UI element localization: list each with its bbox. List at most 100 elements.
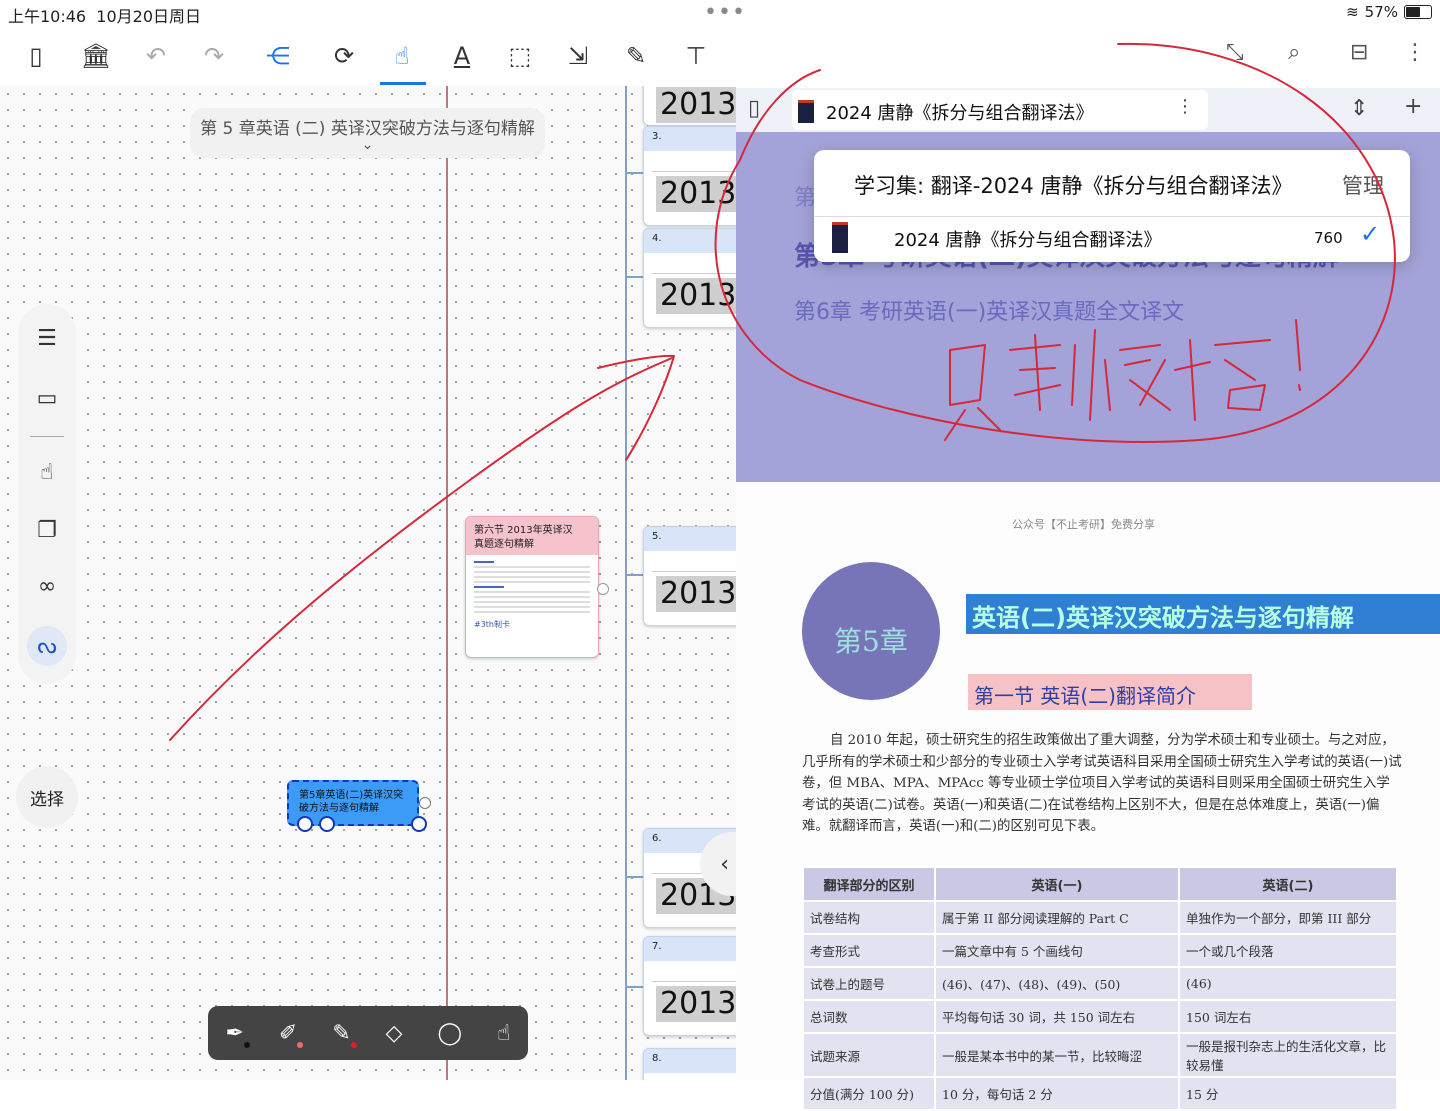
pen-toolbar: ✒ ✐ ✎ ◇ ◯ ☝	[208, 1006, 528, 1060]
library-icon[interactable]: 🏛	[78, 38, 114, 74]
pencil-icon[interactable]: ✎	[332, 1021, 357, 1048]
table-row: 试卷结构 属于第 II 部分阅读理解的 Part C 单独作为一个部分，即第 I…	[802, 900, 1398, 935]
tab-title: 2024 唐静《拆分与组合翻译法》	[826, 103, 1094, 124]
connector-line	[625, 276, 645, 278]
page-credit: 公众号【不止考研】免费分享	[1012, 518, 1155, 531]
sidebar-icon[interactable]: ▯	[748, 96, 760, 121]
undo-icon[interactable]: ↶	[138, 38, 174, 74]
sidebar-toggle-icon[interactable]: ▯	[18, 38, 54, 74]
chapter-number: 第5章	[834, 625, 908, 658]
eraser-icon[interactable]: ◇	[386, 1021, 403, 1046]
book-cover-icon	[832, 222, 848, 253]
section-node-title: 第六节 2013年英译汉真题逐句精解	[466, 517, 598, 555]
frame-icon[interactable]: ⬚	[502, 38, 538, 74]
selected-node-title: 第5章英语(二)英译汉突破方法与逐句精解	[299, 790, 404, 814]
battery-icon	[1404, 5, 1432, 19]
pencil-icon[interactable]: ✎	[618, 38, 654, 74]
redo-icon[interactable]: ↷	[196, 38, 232, 74]
resize-icon[interactable]: ⇲	[560, 38, 596, 74]
mindmap-canvas[interactable]: 第 5 章英语 (二) 英译汉突破方法与逐句精解 ⌄ ☰ ▭ ☝ ❐ ∞ ᔓ 选…	[0, 86, 736, 1080]
study-set-popup: 学习集: 翻译-2024 唐静《拆分与组合翻译法》 管理 2024 唐静《拆分与…	[814, 150, 1410, 262]
item-count: 760	[1314, 229, 1343, 247]
status-bar: 上午10:46 10月20日周日 ••• ≋ 57%	[0, 0, 1440, 28]
status-time: 上午10:46 10月20日周日	[8, 7, 202, 26]
chapter-title: 英语(二)英译汉突破方法与逐句精解	[972, 604, 1354, 632]
pdf-page: 公众号【不止考研】免费分享 第5章 英语(二)英译汉突破方法与逐句精解 第一节 …	[736, 482, 1440, 1111]
lasso-icon[interactable]: ◯	[438, 1021, 463, 1046]
popup-title: 学习集: 翻译-2024 唐静《拆分与组合翻译法》	[854, 174, 1293, 198]
fountain-pen-icon[interactable]: ✒	[225, 1021, 250, 1048]
side-panel: ☰ ▭ ☝ ❐ ∞ ᔓ	[18, 304, 76, 684]
hand-pointer-icon[interactable]: ☝	[27, 452, 67, 492]
wifi-icon: ≋	[1346, 3, 1359, 21]
comparison-table: 翻译部分的区别 英语(一) 英语(二) 试卷结构 属于第 II 部分阅读理解的 …	[802, 866, 1398, 1111]
map-card[interactable]: 2013S	[643, 86, 736, 126]
map-card[interactable]: 4. 2013S	[643, 228, 736, 328]
pdf-toolbar: ⤡ ⌕ ⊟ ⋮	[736, 28, 1440, 88]
resize-handle-icon[interactable]	[411, 816, 427, 832]
manage-button[interactable]: 管理	[1342, 170, 1384, 200]
bookmark-icon[interactable]: ⊟	[1350, 40, 1368, 65]
table-row: 试卷上的题号 (46)、(47)、(48)、(49)、(50) (46)	[802, 966, 1398, 1001]
highlighter-icon[interactable]: ✐	[279, 1021, 304, 1048]
pdf-pane: ⤡ ⌕ ⊟ ⋮ ▯ 2024 唐静《拆分与组合翻译法》 ⋮ ⇕ + 第 第5章 …	[736, 28, 1440, 1111]
select-button[interactable]: 选择	[16, 766, 78, 828]
layout-icon[interactable]: ▭	[27, 378, 67, 418]
connector-line	[625, 876, 645, 878]
chevron-left-icon[interactable]: ‹	[720, 852, 729, 877]
map-card[interactable]: 3. 2013S	[643, 126, 736, 226]
node-tag[interactable]: #3th制卡	[474, 619, 598, 630]
more-vertical-icon[interactable]: ⋮	[1176, 96, 1194, 117]
selected-node[interactable]: 第5章英语(二)英译汉突破方法与逐句精解	[287, 780, 427, 832]
connector-line	[625, 574, 645, 576]
mindmap-toolbar: ▯ 🏛 ↶ ↷ ⋲ ⟳ ☝ A ⬚ ⇲ ✎ ⊤ ▨	[0, 30, 767, 86]
battery-percent: 57%	[1364, 3, 1398, 21]
document-tab-bar: ▯ 2024 唐静《拆分与组合翻译法》 ⋮ ⇕ +	[736, 88, 1440, 132]
chevron-down-icon[interactable]: ⌄	[190, 137, 545, 153]
connector-line	[625, 172, 645, 174]
collapse-icon[interactable]: ⤡	[1226, 40, 1244, 65]
sync-icon[interactable]: ⟳	[326, 38, 362, 74]
book-cover-icon	[798, 100, 814, 123]
hand-touch-icon[interactable]: ☝	[497, 1021, 510, 1046]
node-connector[interactable]	[597, 583, 609, 595]
connector-line	[625, 986, 645, 988]
mindmap-icon[interactable]: ⋲	[260, 38, 296, 74]
status-right: ≋ 57%	[1346, 3, 1432, 21]
multitask-dots[interactable]: •••	[704, 0, 746, 25]
node-connector[interactable]	[419, 797, 431, 809]
note-icon[interactable]	[297, 816, 313, 832]
table-row: 考查形式 一篇文章中有 5 个画线句 一个或几个段落	[802, 933, 1398, 968]
freehand-icon[interactable]: ᔓ	[27, 626, 67, 666]
study-set-item[interactable]: 2024 唐静《拆分与组合翻译法》	[894, 226, 1162, 252]
connector-line	[625, 86, 627, 1080]
checkmark-icon: ✓	[1360, 220, 1381, 248]
textbox-icon[interactable]: ⊤	[678, 38, 714, 74]
hand-pointer-icon[interactable]: ☝	[384, 38, 420, 74]
divider	[30, 436, 64, 437]
sort-icon[interactable]: ⇕	[1350, 96, 1368, 121]
add-tab-icon[interactable]: +	[1404, 94, 1422, 119]
map-card[interactable]: 5. 2013S	[643, 526, 736, 626]
section-node[interactable]: 第六节 2013年英译汉真题逐句精解 #3th制卡	[465, 516, 599, 658]
table-row: 试题来源 一般是某本书中的某一节，比较晦涩 一般是报刊杂志上的生活化文章，比较易…	[802, 1032, 1398, 1078]
active-tool-indicator	[380, 82, 426, 85]
map-card[interactable]: 8.	[643, 1048, 736, 1080]
link-icon[interactable]: ∞	[27, 566, 67, 606]
connector-line	[446, 86, 448, 1080]
table-row: 分值(满分 100 分) 10 分，每句话 2 分 15 分	[802, 1076, 1398, 1111]
table-header-row: 翻译部分的区别 英语(一) 英语(二)	[802, 866, 1398, 902]
search-doc-icon[interactable]: ⌕	[1288, 40, 1300, 65]
table-row: 总词数 平均每句话 30 词，共 150 词左右 150 词左右	[802, 999, 1398, 1034]
more-vertical-icon[interactable]: ⋮	[1404, 40, 1426, 65]
text-icon[interactable]: A	[444, 38, 480, 74]
page-paragraph: 自 2010 年起，硕士研究生的招生政策做出了重大调整，分为学术硕士和专业硕士。…	[802, 733, 1402, 834]
document-tab[interactable]: 2024 唐静《拆分与组合翻译法》 ⋮	[792, 90, 1208, 130]
map-title-text: 第 5 章英语 (二) 英译汉突破方法与逐句精解	[200, 119, 535, 139]
map-card[interactable]: 7. 2013S	[643, 936, 736, 1036]
link-icon[interactable]	[319, 816, 335, 832]
outline-icon[interactable]: ☰	[27, 318, 67, 358]
copy-icon[interactable]: ❐	[27, 510, 67, 550]
node-preview	[474, 561, 590, 613]
map-title[interactable]: 第 5 章英语 (二) 英译汉突破方法与逐句精解 ⌄	[190, 108, 545, 158]
